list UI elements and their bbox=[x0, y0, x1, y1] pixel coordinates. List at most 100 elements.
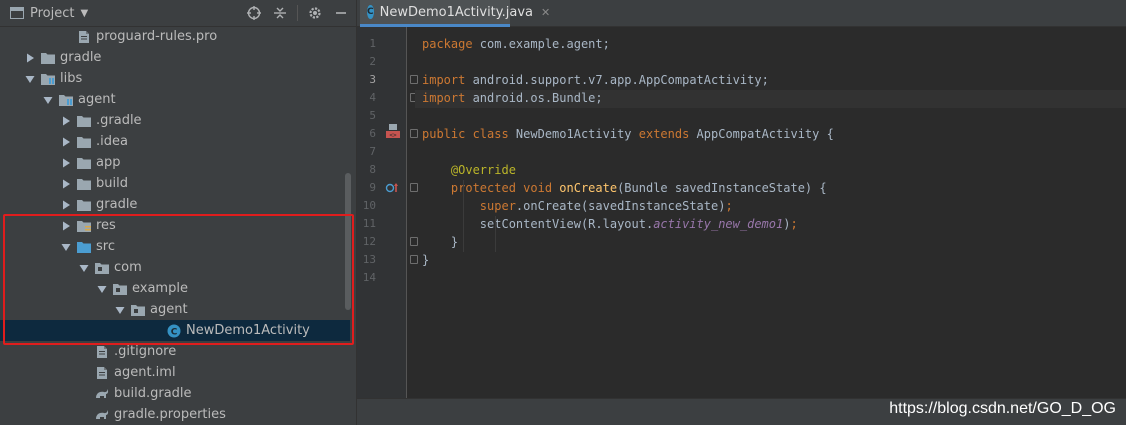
code-token: protected void bbox=[450, 181, 560, 195]
layout-link-icon[interactable]: <> bbox=[385, 124, 401, 139]
tree-item-agent[interactable]: agent bbox=[0, 299, 350, 320]
line-number-gutter: 1 2 3 4 5 6 7 8 9 10 11 12 13 14 <> bbox=[357, 27, 418, 398]
tree-item-agent[interactable]: agent bbox=[0, 89, 350, 110]
expanded-arrow-icon[interactable] bbox=[96, 283, 108, 295]
tree-item-example[interactable]: example bbox=[0, 278, 350, 299]
code-token: .onCreate(savedInstanceState) bbox=[515, 199, 726, 213]
tree-item-gradle-properties[interactable]: gradle.properties bbox=[0, 404, 350, 425]
collapsed-arrow-icon[interactable] bbox=[60, 115, 72, 127]
code-line: package com.example.agent; bbox=[422, 35, 610, 53]
line-number: 6 bbox=[369, 127, 376, 140]
code-line: } bbox=[422, 233, 458, 251]
collapsed-arrow-icon[interactable] bbox=[60, 178, 72, 190]
expanded-arrow-icon[interactable] bbox=[60, 241, 72, 253]
file-icon bbox=[94, 366, 110, 380]
tree-item-label: example bbox=[132, 281, 188, 296]
tab-label: NewDemo1Activity.java bbox=[379, 4, 533, 20]
code-token: activity_new_demo1 bbox=[653, 217, 784, 231]
project-title: Project bbox=[30, 5, 75, 21]
override-marker-icon[interactable] bbox=[385, 181, 399, 195]
collapsed-arrow-icon[interactable] bbox=[24, 52, 36, 64]
code-line: protected void onCreate(Bundle savedInst… bbox=[422, 179, 827, 197]
code-token: setContentView(R.layout. bbox=[422, 217, 654, 231]
line-number: 13 bbox=[362, 253, 376, 266]
code-line: setContentView(R.layout.activity_new_dem… bbox=[422, 215, 798, 233]
collapsed-arrow-icon[interactable] bbox=[60, 220, 72, 232]
code-token: import bbox=[422, 91, 473, 105]
collapse-icon[interactable] bbox=[271, 4, 289, 22]
tree-item-idea[interactable]: .idea bbox=[0, 131, 350, 152]
close-icon[interactable]: ✕ bbox=[541, 6, 550, 19]
chevron-down-icon[interactable]: ▼ bbox=[80, 8, 88, 19]
project-panel: Project ▼ proguard-rules.pro gradle libs ag… bbox=[0, 0, 356, 425]
tree-item-build[interactable]: build bbox=[0, 173, 350, 194]
code-token: } bbox=[422, 253, 430, 267]
java-class-icon: C bbox=[367, 5, 374, 19]
tree-item-gitignore[interactable]: .gitignore bbox=[0, 341, 350, 362]
package-icon bbox=[112, 282, 128, 296]
code-token: ; bbox=[790, 217, 798, 231]
tree-item-label: libs bbox=[60, 71, 83, 86]
code-token: android.os.Bundle; bbox=[472, 91, 603, 105]
tree-scrollbar[interactable] bbox=[345, 173, 351, 310]
gear-icon[interactable] bbox=[306, 4, 324, 22]
line-number: 14 bbox=[362, 271, 376, 284]
expanded-arrow-icon[interactable] bbox=[78, 262, 90, 274]
target-icon[interactable] bbox=[245, 4, 263, 22]
tree-item-label: .gitignore bbox=[114, 344, 177, 359]
code-token: (Bundle savedInstanceState) { bbox=[617, 181, 827, 195]
tree-item-res[interactable]: res bbox=[0, 215, 350, 236]
code-area[interactable]: package com.example.agent; import android… bbox=[415, 27, 1126, 398]
tree-item-label: res bbox=[96, 218, 116, 233]
tab-newdemo1activity[interactable]: C NewDemo1Activity.java ✕ bbox=[360, 0, 550, 27]
minimize-icon[interactable] bbox=[332, 4, 350, 22]
expanded-arrow-icon[interactable] bbox=[114, 304, 126, 316]
resource-folder-icon bbox=[76, 219, 92, 233]
code-token: public class bbox=[422, 127, 516, 141]
collapsed-arrow-icon[interactable] bbox=[60, 199, 72, 211]
java-class-icon: C bbox=[166, 324, 182, 338]
tree-item-label: agent.iml bbox=[114, 365, 176, 380]
source-folder-icon bbox=[76, 240, 92, 254]
tree-item-agent-iml[interactable]: agent.iml bbox=[0, 362, 350, 383]
line-number: 11 bbox=[362, 217, 376, 230]
line-number: 7 bbox=[369, 145, 376, 158]
line-number: 5 bbox=[369, 109, 376, 122]
line-number: 4 bbox=[369, 91, 376, 104]
folder-icon bbox=[40, 51, 56, 65]
tree-item-gradle[interactable]: gradle bbox=[0, 194, 350, 215]
folder-icon bbox=[76, 114, 92, 128]
tree-item-com[interactable]: com bbox=[0, 257, 350, 278]
svg-text:<>: <> bbox=[389, 132, 397, 138]
tree-item-label: agent bbox=[150, 302, 188, 317]
tree-item-src[interactable]: src bbox=[0, 236, 350, 257]
gradle-icon bbox=[94, 387, 110, 401]
code-token: android.support.v7.app.AppCompatActivity… bbox=[472, 73, 769, 87]
project-panel-header: Project ▼ bbox=[0, 0, 356, 27]
tree-item-label: agent bbox=[78, 92, 116, 107]
tree-item-gradle[interactable]: .gradle bbox=[0, 110, 350, 131]
collapsed-arrow-icon[interactable] bbox=[60, 136, 72, 148]
tree-item-label: proguard-rules.pro bbox=[96, 29, 218, 44]
tree-item-label: gradle.properties bbox=[114, 407, 226, 422]
tree-item-newdemo1activity[interactable]: C NewDemo1Activity bbox=[0, 320, 350, 341]
tree-item-app[interactable]: app bbox=[0, 152, 350, 173]
svg-text:C: C bbox=[171, 327, 178, 337]
tree-item-libs[interactable]: libs bbox=[0, 68, 350, 89]
code-line: } bbox=[422, 251, 429, 269]
tree-item-gradle[interactable]: gradle bbox=[0, 47, 350, 68]
package-icon bbox=[130, 303, 146, 317]
expanded-arrow-icon[interactable] bbox=[24, 73, 36, 85]
tree-item-build-gradle[interactable]: build.gradle bbox=[0, 383, 350, 404]
collapsed-arrow-icon[interactable] bbox=[60, 157, 72, 169]
tree-item-label: app bbox=[96, 155, 121, 170]
tree-item-proguard-rules-pro[interactable]: proguard-rules.pro bbox=[0, 26, 350, 47]
expanded-arrow-icon[interactable] bbox=[42, 94, 54, 106]
code-line: import android.support.v7.app.AppCompatA… bbox=[422, 71, 769, 89]
tree-item-label: build.gradle bbox=[114, 386, 192, 401]
